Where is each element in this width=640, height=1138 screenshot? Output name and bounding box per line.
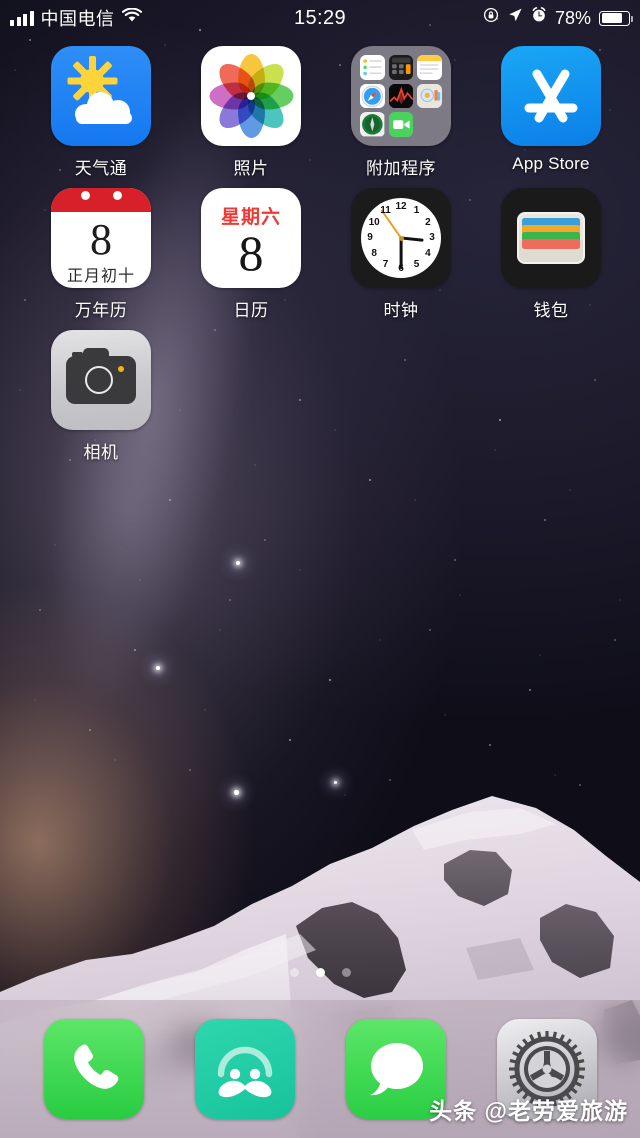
mini-icon-notes [417,55,442,80]
clock-app-icon[interactable]: 121234567891011 [351,188,451,288]
camera-flash [118,366,124,372]
camera-app-icon[interactable] [51,330,151,430]
app-app-store[interactable]: App Store [478,46,624,179]
camera-body [66,356,136,404]
mini-icon-facetime [389,112,414,137]
app-slot-empty [478,330,624,463]
battery-icon [599,11,630,26]
app-store-a-glyph [501,46,601,146]
page-dot[interactable] [290,968,299,977]
clock-numeral: 6 [394,263,408,274]
lunar-date: 正月初十 [51,262,151,286]
wallet-app-icon[interactable] [501,188,601,288]
iphone-home-screen: 中国电信 15:29 [0,0,640,1138]
app-label: 照片 [234,154,269,179]
mini-icon-reminders [360,55,385,80]
calendar-day-number: 8 [51,216,151,264]
page-dot[interactable] [316,968,325,977]
clock-face: 121234567891011 [361,198,441,278]
app-row-2: 8 正月初十 万年历 星期六 8 日历 [0,188,640,321]
calendar-app-icon[interactable]: 星期六 8 [201,188,301,288]
app-label: 天气通 [75,154,128,179]
camera-lens [85,366,113,394]
app-clock[interactable]: 121234567891011 时钟 [328,188,474,321]
phone-handset-icon [63,1038,125,1100]
app-calendar[interactable]: 星期六 8 日历 [178,188,324,321]
app-store-icon[interactable] [501,46,601,146]
app-grid: 天气通 照片 [0,46,640,472]
app-label: 附加程序 [366,154,436,179]
page-dot[interactable] [342,968,351,977]
clock-numeral: 8 [367,248,381,259]
chat-bubble-icon [361,1036,431,1102]
app-weather[interactable]: 天气通 [28,46,174,179]
clock-numeral: 2 [421,217,435,228]
app-label: 时钟 [384,296,419,321]
folder-icon[interactable] [351,46,451,146]
clock-numeral: 9 [363,232,377,243]
cloud-icon [75,90,133,124]
app-camera[interactable]: 相机 [28,330,174,463]
app-row-1: 天气通 照片 [0,46,640,179]
app-extras-folder[interactable]: 附加程序 [328,46,474,179]
clock-numeral: 3 [425,232,439,243]
mini-icon-compass [360,112,385,137]
clock-numeral: 7 [379,259,393,270]
phone-app-icon[interactable] [44,1019,144,1119]
clock-numeral: 4 [421,248,435,259]
mini-icon-calculator [389,55,414,80]
page-indicator-dots[interactable] [0,968,640,977]
watermark: 头条 @老劳爱旅游 [429,1092,628,1126]
clock-numeral: 11 [379,205,393,216]
mini-icon-stocks [389,84,414,109]
photos-center [247,92,255,100]
app-slot-empty [178,330,324,463]
bright-star [156,666,160,670]
weather-app-icon[interactable] [51,46,151,146]
mini-icon-find-my [417,84,442,109]
clock-numeral: 10 [367,217,381,228]
clock-hour-hand [401,236,424,242]
app-photos[interactable]: 照片 [178,46,324,179]
perpetual-calendar-icon[interactable]: 8 正月初十 [51,188,151,288]
mustache-face-glyph [207,1034,283,1104]
calendar-day-number: 8 [239,227,264,279]
app-wallet[interactable]: 钱包 [478,188,624,321]
bright-star [236,561,240,565]
app-row-3: 相机 [0,330,640,463]
app-perpetual-calendar[interactable]: 8 正月初十 万年历 [28,188,174,321]
photos-app-icon[interactable] [201,46,301,146]
folder-mini-grid [360,55,442,137]
mustache-face-icon[interactable] [195,1019,295,1119]
app-label: 万年历 [75,296,128,321]
mini-icon-empty [417,112,442,137]
calendar-header-bar [51,188,151,212]
clock-center-pin [399,236,404,241]
app-label: App Store [512,154,589,174]
wallet-card [522,239,580,249]
app-slot-empty [328,330,474,463]
wallet-cards [519,214,583,262]
mini-icon-safari [360,84,385,109]
clock-numeral: 12 [394,201,408,212]
app-label: 钱包 [534,296,569,321]
clock-numeral: 5 [410,259,424,270]
clock-numeral: 1 [410,205,424,216]
status-bar-time: 15:29 [0,7,640,30]
app-label: 相机 [84,438,119,463]
status-bar: 中国电信 15:29 [0,0,640,36]
app-label: 日历 [234,296,269,321]
